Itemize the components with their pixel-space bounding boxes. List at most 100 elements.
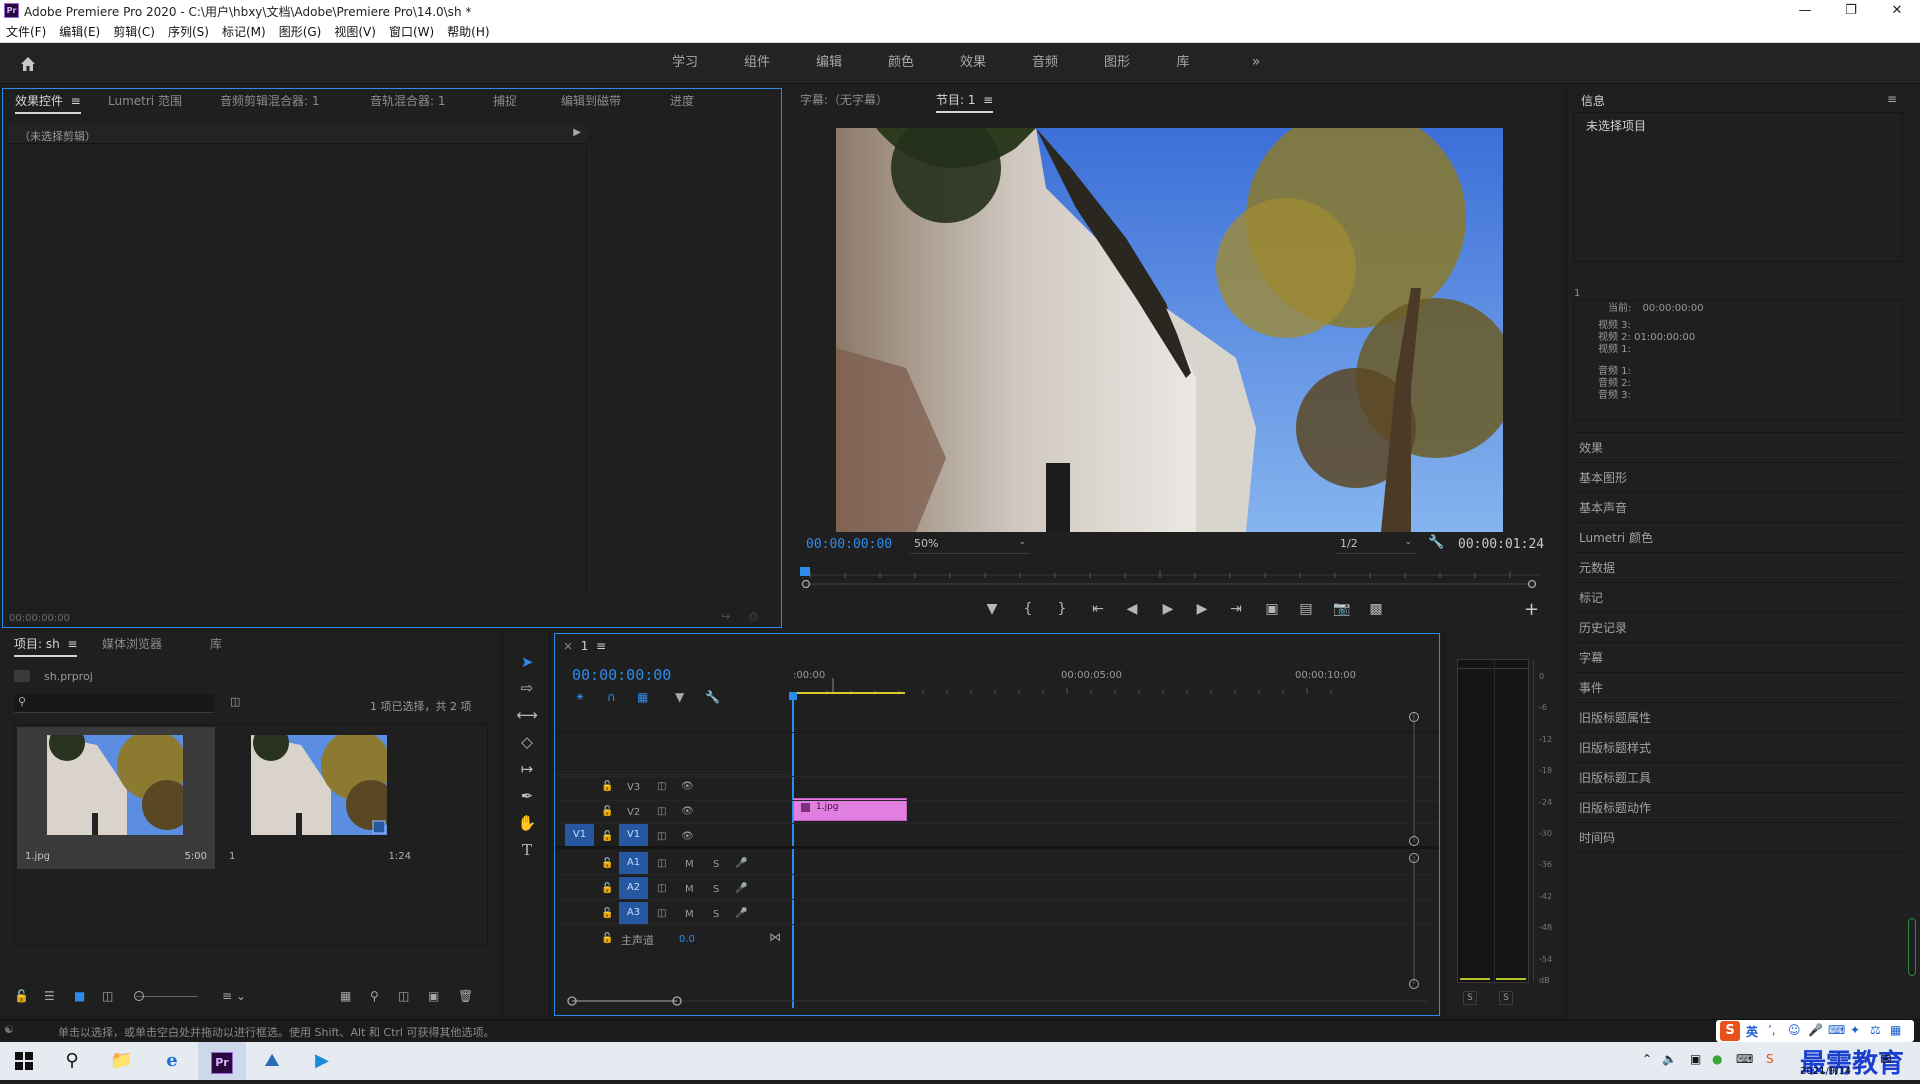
ime-tray-icon[interactable]: ⌨	[1736, 1052, 1753, 1066]
panel-history[interactable]: 历史记录	[1573, 612, 1903, 642]
a1-mic-icon[interactable]: 🎤	[735, 858, 747, 869]
ime-emoji-icon[interactable]: ☺	[1788, 1023, 1801, 1037]
volume-icon[interactable]: 🔈	[1662, 1052, 1677, 1066]
playhead[interactable]	[792, 696, 794, 1008]
hand-tool-icon[interactable]: ✋	[513, 811, 541, 835]
more-workspaces-icon[interactable]: »	[1244, 44, 1268, 84]
play-icon[interactable]: ▶	[1158, 599, 1178, 619]
extract-icon[interactable]: ▤	[1296, 599, 1316, 619]
v2-sync-icon[interactable]: ◫	[657, 806, 666, 817]
zoom-slider-handle[interactable]	[134, 991, 144, 1001]
freeform-view-icon[interactable]: ◫	[102, 989, 113, 1003]
v2-eye-icon[interactable]: 👁	[681, 806, 694, 817]
tab-captions[interactable]: 字幕:（无字幕）	[800, 88, 888, 114]
v3-eye-icon[interactable]: 👁	[681, 781, 694, 792]
tab-capture[interactable]: 捕捉	[493, 89, 517, 115]
ime-clothes-icon[interactable]: ⚖	[1870, 1023, 1881, 1037]
timeline-settings-wrench-icon[interactable]: 🔧	[705, 690, 720, 704]
panel-essential-graphics[interactable]: 基本图形	[1573, 462, 1903, 492]
a3-mute-button[interactable]: M	[685, 909, 694, 920]
project-item-1jpg[interactable]: 1.jpg 5:00	[17, 727, 215, 869]
network-icon[interactable]: ▣	[1690, 1052, 1701, 1066]
video-vertical-scrollbar[interactable]	[1413, 712, 1415, 842]
list-view-icon[interactable]: ☰	[44, 989, 55, 1003]
edge-browser-icon[interactable]: e	[148, 1042, 196, 1080]
new-bin-icon[interactable]: ◫	[398, 989, 409, 1003]
timeline-ruler[interactable]: :00:00 00:00:05:00 00:00:10:00	[793, 664, 1356, 694]
a2-mic-icon[interactable]: 🎤	[735, 883, 747, 894]
workspace-libraries[interactable]: 库	[1158, 44, 1208, 84]
lift-icon[interactable]: ▣	[1262, 599, 1282, 619]
ime-mode[interactable]: 英	[1746, 1023, 1758, 1040]
a3-lock-icon[interactable]: 🔓	[601, 908, 613, 919]
selection-tool-icon[interactable]: ➤	[513, 650, 541, 674]
tab-edit-to-tape[interactable]: 编辑到磁带	[561, 89, 621, 115]
a1-mute-button[interactable]: M	[685, 859, 694, 870]
tab-project[interactable]: 项目: sh ≡	[14, 632, 78, 658]
timeline-horizontal-scrollbar[interactable]	[567, 994, 1431, 1008]
menu-sequence[interactable]: 序列(S)	[168, 23, 209, 42]
a1-lock-icon[interactable]: 🔓	[601, 858, 613, 869]
find-icon[interactable]: ⚲	[370, 989, 379, 1003]
v1-sync-icon[interactable]: ◫	[657, 831, 666, 842]
panel-legacy-title-properties[interactable]: 旧版标题属性	[1573, 702, 1903, 732]
linked-selection-icon[interactable]: ▦	[637, 690, 648, 704]
panel-legacy-title-actions[interactable]: 旧版标题动作	[1573, 792, 1903, 822]
home-icon[interactable]	[18, 54, 38, 74]
a2-lock-icon[interactable]: 🔓	[601, 883, 613, 894]
notification-icon[interactable]: ✉	[1880, 1052, 1892, 1068]
solo-left-button[interactable]: S	[1463, 991, 1477, 1005]
step-forward-icon[interactable]: ▶	[1192, 599, 1212, 619]
vertical-scroll-indicator[interactable]	[1908, 918, 1916, 976]
add-marker-icon[interactable]: ▼	[982, 599, 1002, 619]
tab-lumetri-scopes[interactable]: Lumetri 范围	[108, 89, 182, 115]
timeline-timecode[interactable]: 00:00:00:00	[572, 666, 671, 684]
master-lock-icon[interactable]: 🔓	[601, 933, 613, 944]
export-frame-icon[interactable]: ⎙	[749, 610, 758, 624]
media-app-icon[interactable]: ▶	[298, 1042, 346, 1080]
tab-progress[interactable]: 进度	[670, 89, 694, 115]
menu-clip[interactable]: 剪辑(C)	[113, 23, 155, 42]
program-current-timecode[interactable]: 00:00:00:00	[806, 537, 892, 552]
search-icon[interactable]: ⚲	[48, 1042, 96, 1080]
master-end-icon[interactable]: ⋈	[769, 930, 781, 944]
slip-tool-icon[interactable]: ↦	[513, 757, 541, 781]
thumbnail-zoom-slider[interactable]	[136, 996, 198, 997]
track-v1-target[interactable]: V1	[619, 824, 648, 846]
wrench-icon[interactable]: 🔧	[1428, 535, 1444, 550]
workspace-effects[interactable]: 效果	[948, 44, 998, 84]
tray-overflow-icon[interactable]: ⌃	[1642, 1052, 1652, 1066]
sogou-icon[interactable]: S	[1720, 1021, 1740, 1041]
go-to-in-icon[interactable]: ⇤	[1088, 599, 1108, 619]
mark-in-icon[interactable]: {	[1018, 599, 1038, 619]
pen-tool-icon[interactable]: ✒	[513, 784, 541, 808]
playhead-icon[interactable]: ↪	[721, 610, 730, 623]
sort-icon[interactable]: ≡ ⌄	[222, 989, 246, 1003]
program-video-frame[interactable]	[836, 128, 1503, 532]
solo-right-button[interactable]: S	[1499, 991, 1513, 1005]
ime-skin-icon[interactable]: ✦	[1850, 1023, 1860, 1037]
button-editor-plus-icon[interactable]: +	[1524, 599, 1539, 620]
menu-file[interactable]: 文件(F)	[6, 23, 46, 42]
tab-libraries[interactable]: 库	[210, 632, 222, 658]
workspace-learn[interactable]: 学习	[660, 44, 710, 84]
panel-menu-icon[interactable]: ≡	[1887, 92, 1897, 106]
icon-view-icon[interactable]: ■	[74, 989, 85, 1003]
track-select-tool-icon[interactable]: ⇨	[513, 676, 541, 700]
tab-audio-track-mixer[interactable]: 音轨混合器: 1	[370, 89, 446, 115]
source-patch-v1[interactable]: V1	[565, 824, 594, 846]
track-a1-target[interactable]: A1	[619, 852, 648, 874]
mark-out-icon[interactable]: }	[1052, 599, 1072, 619]
menu-marker[interactable]: 标记(M)	[222, 23, 266, 42]
nest-icon[interactable]: ✴	[575, 690, 585, 704]
ime-punct-icon[interactable]: ’,	[1768, 1023, 1776, 1037]
menu-help[interactable]: 帮助(H)	[447, 23, 489, 42]
panel-essential-sound[interactable]: 基本声音	[1573, 492, 1903, 522]
menu-graphics[interactable]: 图形(G)	[279, 23, 322, 42]
v3-sync-icon[interactable]: ◫	[657, 781, 666, 792]
windows-start-icon[interactable]	[0, 1042, 48, 1080]
menu-view[interactable]: 视图(V)	[334, 23, 376, 42]
panel-effects[interactable]: 效果	[1573, 432, 1903, 462]
minimize-button[interactable]: —	[1782, 0, 1828, 23]
v1-eye-icon[interactable]: 👁	[681, 831, 694, 842]
